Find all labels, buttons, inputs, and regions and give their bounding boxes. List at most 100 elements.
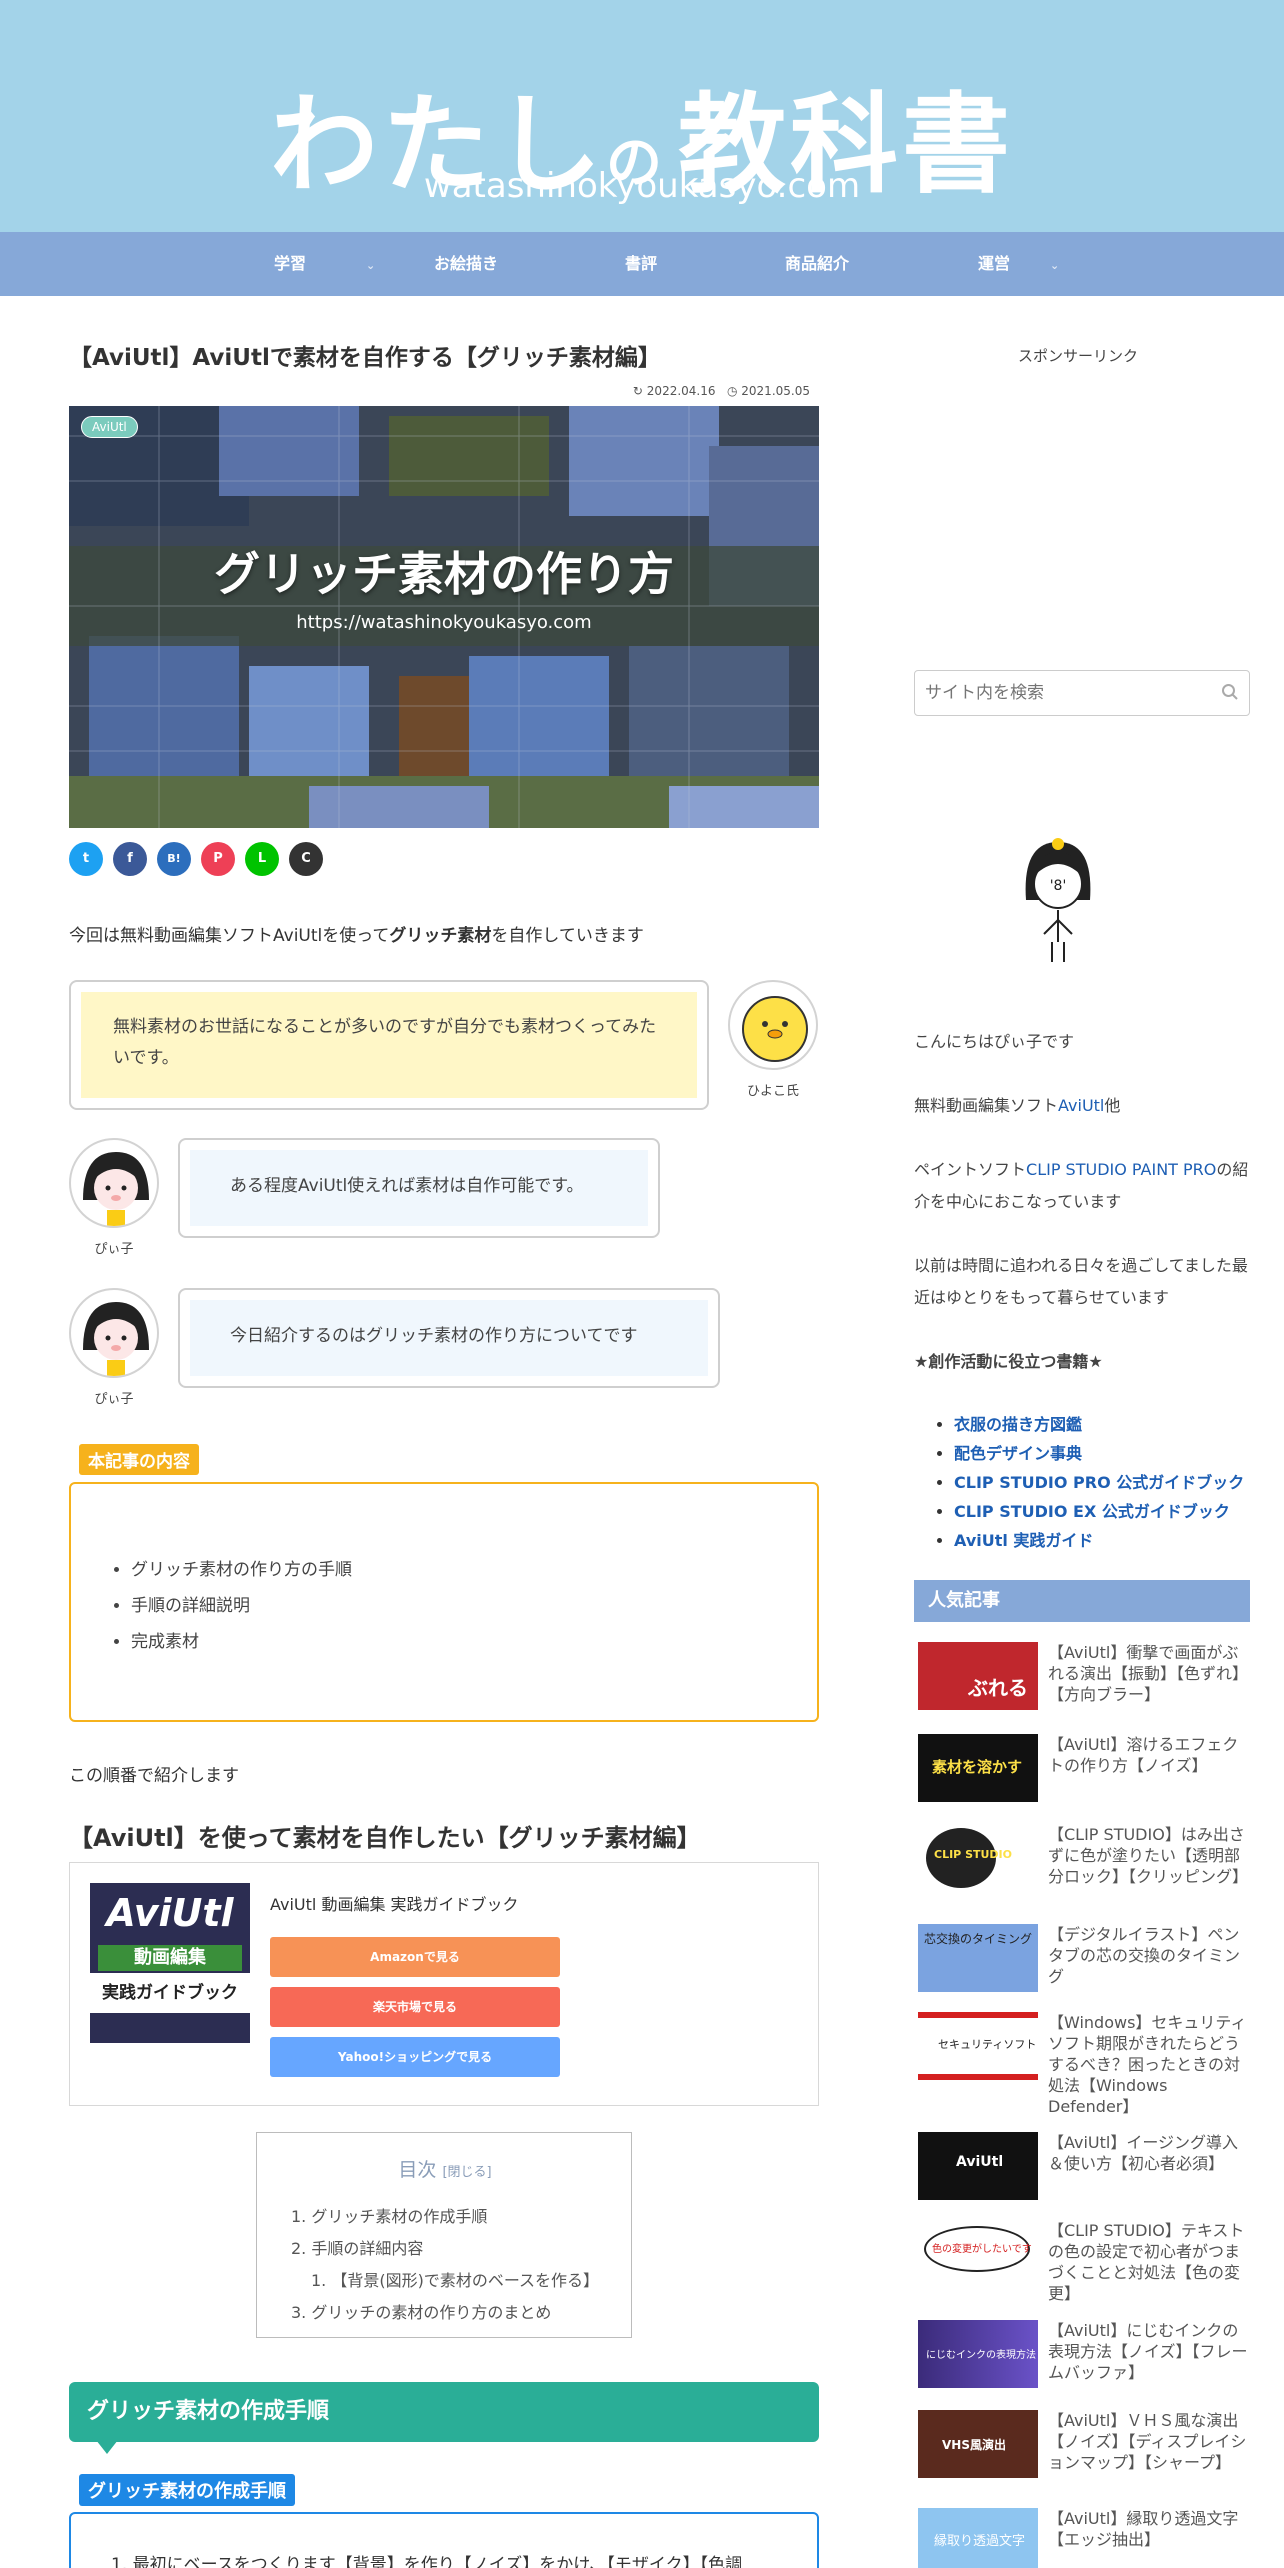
popular-thumbnail: にじむインクの表現方法 — [918, 2320, 1038, 2388]
sponsor-label: スポンサーリンク — [1018, 347, 1139, 365]
post-dates: ↻ 2022.04.16 ◷ 2021.05.05 — [600, 384, 810, 398]
hatena-share-button[interactable]: B! — [157, 842, 191, 876]
avatar-name: ぴぃ子 — [94, 1392, 134, 1407]
category-badge[interactable]: AviUtl — [81, 416, 138, 438]
popular-title: 【CLIP STUDIO】テキストの色の設定で初心者がつまづくことと対処法【色の… — [1048, 2221, 1245, 2303]
profile-illustration: '8' — [1025, 838, 1091, 962]
profile-hello: こんにちはぴぃ子です — [914, 1032, 1075, 1051]
thumb-text: 芯交換のタイミング — [924, 1932, 1033, 1946]
profile-line4: 以前は時間に追われる日々を過ごしてました最近はゆとりをもって暮らせています — [914, 1256, 1248, 1307]
line-share-button[interactable]: L — [245, 842, 279, 876]
nav-item-admin[interactable]: 運営 ⌄ — [978, 232, 1059, 296]
list-item: グリッチ素材の作り方の手順 — [131, 1552, 352, 1588]
aviutl-link[interactable]: AviUtl — [1058, 1096, 1104, 1115]
page-title: 【AviUtl】AviUtlで素材を自作する【グリッチ素材編】 — [69, 345, 661, 371]
pocket-share-button[interactable]: P — [201, 842, 235, 876]
popular-heading: 人気記事 — [914, 1580, 1250, 1622]
product-title[interactable]: AviUtl 動画編集 実践ガイドブック — [270, 1891, 519, 1915]
copy-link-button[interactable]: C — [289, 842, 323, 876]
nav-item-study[interactable]: 学習 ⌄ — [274, 232, 375, 296]
popular-thumbnail: 素材を溶かす — [918, 1734, 1038, 1802]
popular-title: 【AviUtl】縁取り透過文字【エッジ抽出】 — [1048, 2509, 1239, 2549]
list-item: 衣服の描き方図鑑 — [954, 1410, 1244, 1439]
twitter-share-button[interactable]: t — [69, 842, 103, 876]
intro-pre: 今回は無料動画編集ソフトAviUtlを使って — [69, 926, 390, 946]
order-text: この順番で紹介します — [69, 1766, 239, 1786]
popular-title: 【AviUtl】溶けるエフェクトの作り方【ノイズ】 — [1048, 1735, 1239, 1775]
popular-title: 【AviUtl】イージング導入＆使い方【初心者必須】 — [1048, 2133, 1239, 2173]
thumb-text: 素材を溶かす — [932, 1758, 1023, 1776]
svg-text:'8': '8' — [1050, 878, 1067, 894]
popular-title: 【AviUtl】衝撃で画面がぶれる演出【振動】【色ずれ】【方向ブラー】 — [1048, 1643, 1249, 1704]
toc-subitem[interactable]: 1. 【背景(図形)で素材のベースを作る】 — [311, 2267, 599, 2291]
toc-item[interactable]: 3. グリッチの素材の作り方のまとめ — [291, 2299, 551, 2323]
site-header: わたしの 教科書 watashinokyoukasyo.com — [0, 0, 1284, 232]
books-heading: ★創作活動に役立つ書籍★ — [914, 1352, 1103, 1371]
nav-item-review[interactable]: 書評 — [625, 232, 657, 296]
article-points-box: グリッチ素材の作り方の手順 手順の詳細説明 完成素材 — [69, 1482, 819, 1722]
section-header-tail — [96, 2440, 118, 2454]
intro-text: 今回は無料動画編集ソフトAviUtlを使ってグリッチ素材を自作していきます — [69, 920, 644, 952]
popular-thumbnail: VHS風演出 — [918, 2410, 1038, 2478]
cover-sub2: 実践ガイドブック — [90, 1973, 250, 2013]
list-item: 完成素材 — [131, 1624, 352, 1660]
list-item: 手順の詳細説明 — [131, 1588, 352, 1624]
rakuten-button[interactable]: 楽天市場で見る — [270, 1987, 560, 2027]
step-box: 1. 最初にベースをつくります【背景】を作り【ノイズ】をかけ、【モザイク】【色調 — [69, 2512, 819, 2568]
popular-thumbnail: 色の変更がしたいです — [918, 2220, 1038, 2288]
popular-thumbnail: ぶれる — [918, 1642, 1038, 1710]
popular-title: 【デジタルイラスト】ペンタブの芯の交換のタイミング — [1048, 1925, 1241, 1986]
yahoo-button[interactable]: Yahoo!ショッピングで見る — [270, 2037, 560, 2077]
points-label: 本記事の内容 — [79, 1444, 199, 1475]
book-cover-image[interactable]: AviUtl 動画編集 実践ガイドブック — [90, 1883, 250, 2043]
updated-date: 2022.04.16 — [646, 384, 716, 398]
popular-thumbnail: AviUtl — [918, 2132, 1038, 2200]
book-link[interactable]: 衣服の描き方図鑑 — [954, 1415, 1082, 1434]
toc-item[interactable]: 2. 手順の詳細内容 — [291, 2235, 423, 2259]
book-link[interactable]: CLIP STUDIO EX 公式ガイドブック — [954, 1502, 1230, 1521]
nav-item-label: 書評 — [625, 254, 658, 273]
avatar-chick — [728, 980, 818, 1070]
list-item: CLIP STUDIO PRO 公式ガイドブック — [954, 1468, 1244, 1497]
cover-sub1: 動画編集 — [98, 1945, 242, 1971]
thumb-text: ぶれる — [968, 1676, 1028, 1700]
toc-toggle[interactable]: [閉じる] — [442, 2165, 491, 2180]
amazon-button[interactable]: Amazonで見る — [270, 1937, 560, 1977]
toc-item[interactable]: 1. グリッチ素材の作成手順 — [291, 2203, 487, 2227]
popular-thumbnail: 芯交換のタイミング — [918, 1924, 1038, 1992]
popular-thumbnail: 縁取り透過文字 — [918, 2508, 1038, 2568]
avatar-name: ぴぃ子 — [94, 1242, 134, 1257]
thumb-text: 色の変更がしたいです — [932, 2244, 1032, 2255]
book-link[interactable]: 配色デザイン事典 — [954, 1444, 1082, 1463]
book-link[interactable]: AviUtl 実践ガイド — [954, 1531, 1093, 1550]
points-list: グリッチ素材の作り方の手順 手順の詳細説明 完成素材 — [131, 1552, 352, 1660]
global-nav: 学習 ⌄ お絵描き 書評 商品紹介 運営 ⌄ — [0, 232, 1284, 296]
product-box: AviUtl 動画編集 実践ガイドブック AviUtl 動画編集 実践ガイドブッ… — [69, 1862, 819, 2106]
avatar-piko — [69, 1138, 159, 1228]
intro-bold: グリッチ素材 — [389, 926, 492, 946]
chick-icon — [742, 996, 808, 1062]
table-of-contents: 目次 [閉じる] 1. グリッチ素材の作成手順 2. 手順の詳細内容 1. 【背… — [256, 2132, 632, 2338]
nav-item-label: お絵描き — [434, 254, 499, 273]
speech-balloon: 今日紹介するのはグリッチ素材の作り方についてです — [178, 1288, 720, 1388]
search-box — [914, 670, 1250, 716]
balloon-text: ある程度AviUtl使えれば素材は自作可能です。 — [190, 1150, 648, 1226]
nav-item-products[interactable]: 商品紹介 — [785, 232, 849, 296]
facebook-share-button[interactable]: f — [113, 842, 147, 876]
clip-studio-link[interactable]: CLIP STUDIO PAINT PRO — [1026, 1160, 1216, 1179]
site-subtitle: watashinokyoukasyo.com — [423, 166, 861, 206]
popular-thumbnail: セキュリティソフト — [918, 2012, 1038, 2080]
balloon-text: 今日紹介するのはグリッチ素材の作り方についてです — [190, 1300, 708, 1376]
avatar-piko — [69, 1288, 159, 1378]
popular-title: 【CLIP STUDIO】はみ出さずに色が塗りたい【透明部分ロック】【クリッピン… — [1048, 1825, 1249, 1886]
section-header: グリッチ素材の作成手順 — [69, 2382, 819, 2442]
nav-item-label: 運営 — [978, 254, 1011, 273]
section-heading: 【AviUtl】を使って素材を自作したい【グリッチ素材編】 — [69, 1824, 701, 1852]
book-link[interactable]: CLIP STUDIO PRO 公式ガイドブック — [954, 1473, 1244, 1492]
book-links: 衣服の描き方図鑑 配色デザイン事典 CLIP STUDIO PRO 公式ガイドブ… — [954, 1410, 1244, 1555]
search-input[interactable] — [925, 679, 1215, 707]
profile-line3: ペイントソフトCLIP STUDIO PAINT PROの紹介を中心におこなって… — [914, 1154, 1254, 1218]
nav-item-drawing[interactable]: お絵描き — [434, 232, 498, 296]
step-text: 1. 最初にベースをつくります【背景】を作り【ノイズ】をかけ、【モザイク】【色調 — [111, 2555, 743, 2568]
search-icon[interactable] — [1221, 683, 1239, 701]
